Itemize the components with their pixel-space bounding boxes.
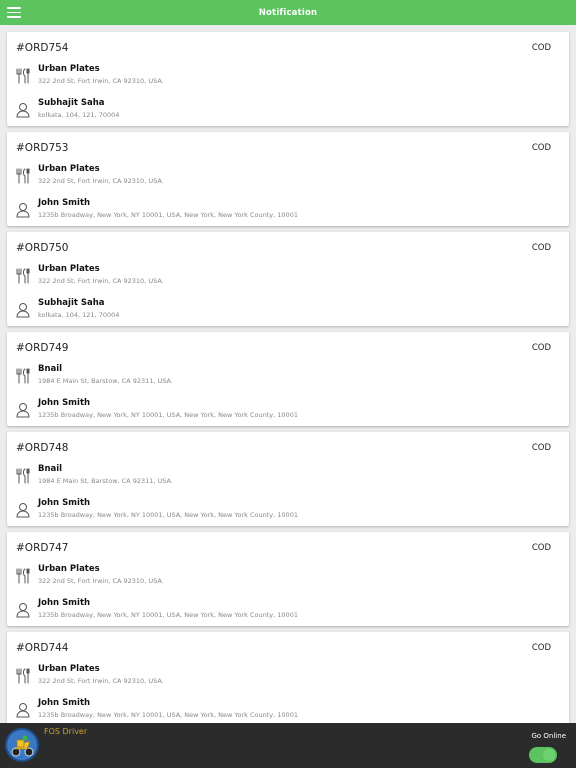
customer-address: 1235b Broadway, New York, NY 10001, USA,…	[38, 211, 298, 219]
order-id: #ORD744	[16, 642, 69, 654]
user-icon	[16, 403, 30, 418]
restaurant-row: Bnail 1984 E Main St, Barstow, CA 92311,…	[16, 364, 556, 392]
order-card[interactable]: #ORD750 COD Urban Plates 322 2nd St, For…	[7, 232, 569, 326]
payment-method: COD	[531, 343, 551, 353]
fork-knife-icon	[16, 68, 30, 84]
order-id: #ORD753	[16, 142, 69, 154]
customer-row: John Smith 1235b Broadway, New York, NY …	[16, 498, 556, 526]
restaurant-name: Urban Plates	[38, 564, 100, 574]
payment-method: COD	[531, 543, 551, 553]
restaurant-row: Urban Plates 322 2nd St, Fort Irwin, CA …	[16, 264, 556, 292]
restaurant-name: Bnail	[38, 364, 63, 374]
driver-name: FOS Driver	[44, 727, 88, 736]
toggle-knob	[543, 749, 555, 761]
restaurant-row: Urban Plates 322 2nd St, Fort Irwin, CA …	[16, 664, 556, 692]
user-icon	[16, 603, 30, 618]
order-id: #ORD748	[16, 442, 69, 454]
payment-method: COD	[531, 443, 551, 453]
go-online-toggle[interactable]	[529, 747, 557, 763]
restaurant-name: Bnail	[38, 464, 63, 474]
order-card[interactable]: #ORD747 COD Urban Plates 322 2nd St, For…	[7, 532, 569, 626]
user-icon	[16, 503, 30, 518]
user-icon	[16, 303, 30, 318]
user-icon	[16, 103, 30, 118]
go-online-label: Go Online	[531, 732, 566, 740]
order-card[interactable]: #ORD753 COD Urban Plates 322 2nd St, For…	[7, 132, 569, 226]
customer-address: 1235b Broadway, New York, NY 10001, USA,…	[38, 411, 298, 419]
order-card[interactable]: #ORD744 COD Urban Plates 322 2nd St, For…	[7, 632, 569, 723]
app-header: Notification	[0, 0, 576, 25]
payment-method: COD	[531, 243, 551, 253]
customer-row: John Smith 1235b Broadway, New York, NY …	[16, 598, 556, 626]
restaurant-name: Urban Plates	[38, 264, 100, 274]
customer-address: 1235b Broadway, New York, NY 10001, USA,…	[38, 611, 298, 619]
customer-address: kolkata, 104, 121, 70004	[38, 111, 120, 119]
hamburger-menu-icon[interactable]	[7, 7, 21, 18]
restaurant-address: 1984 E Main St, Barstow, CA 92311, USA.	[38, 477, 173, 485]
customer-name: John Smith	[38, 498, 91, 508]
restaurant-address: 1984 E Main St, Barstow, CA 92311, USA.	[38, 377, 173, 385]
user-icon	[16, 203, 30, 218]
order-id: #ORD750	[16, 242, 69, 254]
order-card[interactable]: #ORD749 COD Bnail 1984 E Main St, Barsto…	[7, 332, 569, 426]
order-id: #ORD754	[16, 42, 69, 54]
order-id: #ORD747	[16, 542, 69, 554]
fork-knife-icon	[16, 468, 30, 484]
customer-row: John Smith 1235b Broadway, New York, NY …	[16, 398, 556, 426]
customer-row: Subhajit Saha kolkata, 104, 121, 70004	[16, 98, 556, 126]
order-list[interactable]: #ORD754 COD Urban Plates 322 2nd St, For…	[0, 25, 576, 723]
order-id: #ORD749	[16, 342, 69, 354]
customer-name: Subhajit Saha	[38, 298, 105, 308]
restaurant-name: Urban Plates	[38, 664, 100, 674]
driver-footer: FOS Driver Go Online	[0, 723, 576, 768]
payment-method: COD	[531, 643, 551, 653]
restaurant-row: Urban Plates 322 2nd St, Fort Irwin, CA …	[16, 64, 556, 92]
customer-address: 1235b Broadway, New York, NY 10001, USA,…	[38, 711, 298, 719]
restaurant-name: Urban Plates	[38, 164, 100, 174]
order-card[interactable]: #ORD748 COD Bnail 1984 E Main St, Barsto…	[7, 432, 569, 526]
customer-name: John Smith	[38, 598, 91, 608]
customer-name: John Smith	[38, 698, 91, 708]
user-icon	[16, 703, 30, 718]
customer-row: John Smith 1235b Broadway, New York, NY …	[16, 698, 556, 723]
restaurant-row: Urban Plates 322 2nd St, Fort Irwin, CA …	[16, 564, 556, 592]
customer-address: 1235b Broadway, New York, NY 10001, USA,…	[38, 511, 298, 519]
customer-row: John Smith 1235b Broadway, New York, NY …	[16, 198, 556, 226]
customer-name: Subhajit Saha	[38, 98, 105, 108]
restaurant-name: Urban Plates	[38, 64, 100, 74]
restaurant-address: 322 2nd St, Fort Irwin, CA 92310, USA.	[38, 677, 164, 685]
payment-method: COD	[531, 143, 551, 153]
restaurant-address: 322 2nd St, Fort Irwin, CA 92310, USA.	[38, 277, 164, 285]
customer-name: John Smith	[38, 398, 91, 408]
restaurant-address: 322 2nd St, Fort Irwin, CA 92310, USA.	[38, 177, 164, 185]
fork-knife-icon	[16, 668, 30, 684]
restaurant-row: Urban Plates 322 2nd St, Fort Irwin, CA …	[16, 164, 556, 192]
restaurant-address: 322 2nd St, Fort Irwin, CA 92310, USA.	[38, 577, 164, 585]
restaurant-address: 322 2nd St, Fort Irwin, CA 92310, USA.	[38, 77, 164, 85]
driver-avatar[interactable]	[5, 728, 39, 762]
fork-knife-icon	[16, 168, 30, 184]
fork-knife-icon	[16, 268, 30, 284]
customer-name: John Smith	[38, 198, 91, 208]
restaurant-row: Bnail 1984 E Main St, Barstow, CA 92311,…	[16, 464, 556, 492]
fork-knife-icon	[16, 568, 30, 584]
customer-row: Subhajit Saha kolkata, 104, 121, 70004	[16, 298, 556, 326]
page-title: Notification	[258, 7, 318, 18]
fork-knife-icon	[16, 368, 30, 384]
customer-address: kolkata, 104, 121, 70004	[38, 311, 120, 319]
scooter-icon	[11, 735, 34, 757]
payment-method: COD	[531, 43, 551, 53]
order-card[interactable]: #ORD754 COD Urban Plates 322 2nd St, For…	[7, 32, 569, 126]
